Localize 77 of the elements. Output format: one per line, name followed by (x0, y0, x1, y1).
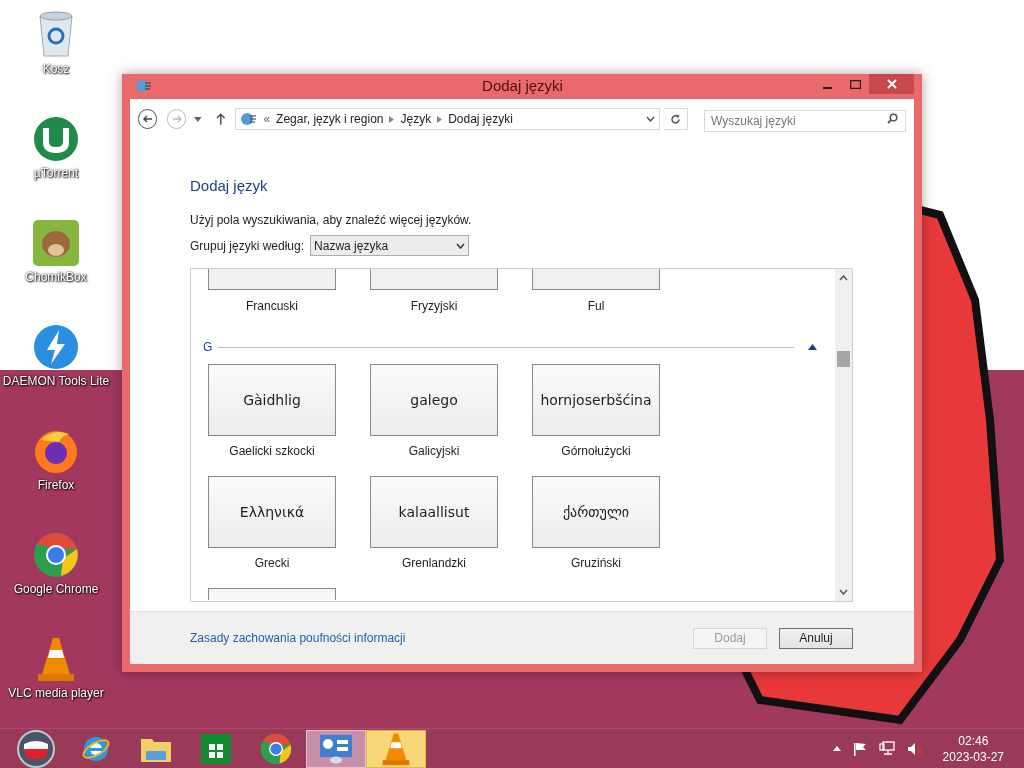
caret-up-icon[interactable] (832, 746, 841, 751)
chrome-icon (33, 532, 79, 578)
desktop-icon-label[interactable]: Google Chrome (13, 580, 99, 598)
globe-icon (239, 111, 258, 127)
start-icon[interactable] (17, 729, 55, 768)
up-arrow-icon[interactable] (215, 113, 226, 125)
breadcrumb-item[interactable]: Dodaj języki (448, 110, 513, 128)
traffic-cone-icon[interactable] (381, 731, 411, 766)
desktop-icon-label[interactable]: Kosz (42, 60, 70, 78)
network-icon[interactable] (878, 741, 895, 756)
privacy-link[interactable]: Zasady zachowania poufności informacji (190, 629, 406, 647)
taskbar-item[interactable] (366, 729, 426, 768)
breadcrumb-item[interactable]: Zegar, język i region (276, 110, 384, 128)
language-name: Gruziński (571, 555, 621, 572)
volume-muted-icon[interactable] (906, 741, 923, 756)
globe-icon (134, 78, 152, 95)
hint-text: Użyj pola wyszukiwania, aby znaleźć więcej języków. (190, 212, 473, 229)
language-name: Francuski (246, 298, 298, 315)
group-by-dropdown[interactable]: Nazwa języka (310, 235, 470, 256)
arrow-left-icon[interactable] (142, 114, 153, 124)
dropdown-caret-icon[interactable] (194, 116, 202, 122)
language-name: Grecki (254, 555, 290, 572)
address-field[interactable]: « Zegar, język i region Język Dodaj języki (235, 108, 661, 130)
language-tile[interactable]: Ελληνικά (208, 476, 336, 548)
desktop-icon-label[interactable]: ChomikBox (25, 268, 87, 286)
group-letter: G (203, 339, 213, 356)
desktop-icon-label[interactable]: Firefox (37, 476, 75, 494)
language-tile[interactable]: Gàidhlig (208, 364, 336, 436)
language-tile[interactable] (532, 269, 660, 290)
traffic-cone-icon (36, 636, 76, 682)
dialog-button[interactable]: Anuluj (779, 627, 853, 649)
clock[interactable]: 02:46 2023-03-27 (942, 732, 1004, 765)
chevron-down-icon[interactable] (839, 589, 848, 595)
language-tile[interactable] (208, 588, 336, 600)
chevron-right-icon[interactable] (437, 115, 443, 123)
language-name: Ful (587, 298, 605, 315)
language-tile[interactable] (208, 269, 336, 290)
chevron-right-icon[interactable] (389, 115, 395, 123)
language-name: Grenlandzki (402, 555, 466, 572)
breadcrumb-overflow[interactable]: « (263, 110, 271, 128)
search-field[interactable]: Wyszukaj języki (704, 110, 906, 132)
language-name: Górnołużycki (561, 443, 631, 460)
language-name: Galicyjski (408, 443, 460, 460)
scrollbar[interactable] (835, 269, 852, 601)
chrome-icon[interactable] (260, 732, 292, 765)
language-tile[interactable]: galego (370, 364, 498, 436)
language-tile[interactable]: ქართული (532, 476, 660, 548)
group-by-label: Grupuj języki według: (190, 237, 305, 255)
chevron-down-icon[interactable] (646, 116, 656, 122)
language-name: Gaelicki szkocki (229, 443, 315, 460)
breadcrumb-item[interactable]: Język (400, 110, 432, 128)
desktop-icon-label[interactable]: VLC media player (8, 684, 104, 702)
desktop-icon-label[interactable]: DAEMON Tools Lite (2, 372, 110, 390)
language-name: Fryzyjski (410, 298, 458, 315)
language-tile[interactable] (370, 269, 498, 290)
language-tile[interactable]: kalaallisut (370, 476, 498, 548)
page-heading: Dodaj język (190, 175, 269, 196)
close-button[interactable] (869, 74, 914, 94)
close-icon[interactable] (886, 79, 897, 89)
collapse-icon[interactable] (808, 344, 817, 350)
desktop-icon-label[interactable]: µTorrent (33, 164, 79, 182)
scroll-thumb[interactable] (837, 351, 850, 367)
chevron-up-icon[interactable] (839, 275, 848, 281)
bolt-icon (33, 324, 79, 370)
language-tile[interactable]: hornjoserbšćina (532, 364, 660, 436)
refresh-icon[interactable] (670, 113, 682, 125)
taskbar-item[interactable] (306, 729, 366, 768)
recycle-bin-icon (36, 10, 76, 58)
firefox-icon (33, 428, 79, 474)
refresh-button[interactable] (664, 108, 688, 130)
flag-icon[interactable] (852, 741, 867, 756)
control-panel-icon[interactable] (319, 733, 353, 764)
search-icon[interactable] (887, 113, 898, 124)
maximize-icon[interactable] (849, 79, 861, 89)
store-icon[interactable] (201, 733, 231, 764)
chevron-down-icon[interactable] (456, 242, 466, 249)
window-title: Dodaj języki (481, 76, 564, 96)
